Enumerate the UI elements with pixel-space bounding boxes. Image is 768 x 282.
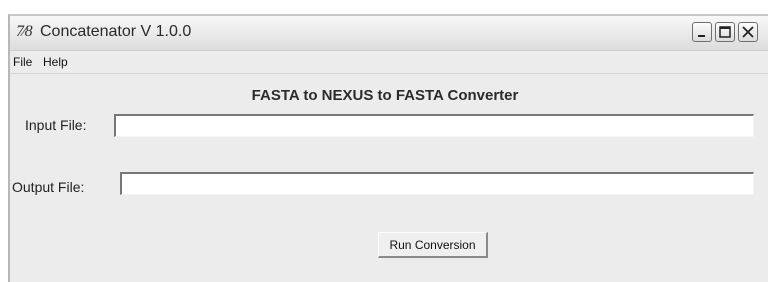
converter-heading: FASTA to NEXUS to FASTA Converter bbox=[251, 87, 519, 104]
maximize-button[interactable] bbox=[715, 22, 735, 42]
run-conversion-button[interactable]: Run Conversion bbox=[378, 232, 488, 258]
menu-file[interactable]: File bbox=[13, 55, 32, 69]
input-file-field[interactable] bbox=[114, 114, 754, 137]
menu-bar: File Help bbox=[10, 51, 768, 74]
input-file-label: Input File: bbox=[25, 117, 87, 133]
app-window: 7⁄8 Concatenator V 1.0.0 File Help FASTA… bbox=[8, 14, 768, 282]
close-icon bbox=[742, 26, 754, 38]
close-button[interactable] bbox=[738, 22, 758, 42]
output-file-field[interactable] bbox=[120, 172, 754, 195]
window-title: Concatenator V 1.0.0 bbox=[40, 23, 192, 40]
minimize-button[interactable] bbox=[692, 22, 712, 42]
maximize-icon bbox=[719, 26, 731, 38]
output-file-label: Output File: bbox=[12, 179, 85, 195]
minimize-icon bbox=[698, 35, 705, 37]
tk-app-icon: 7⁄8 bbox=[16, 23, 33, 40]
menu-help[interactable]: Help bbox=[43, 55, 68, 69]
title-bar[interactable]: 7⁄8 Concatenator V 1.0.0 bbox=[10, 16, 768, 51]
